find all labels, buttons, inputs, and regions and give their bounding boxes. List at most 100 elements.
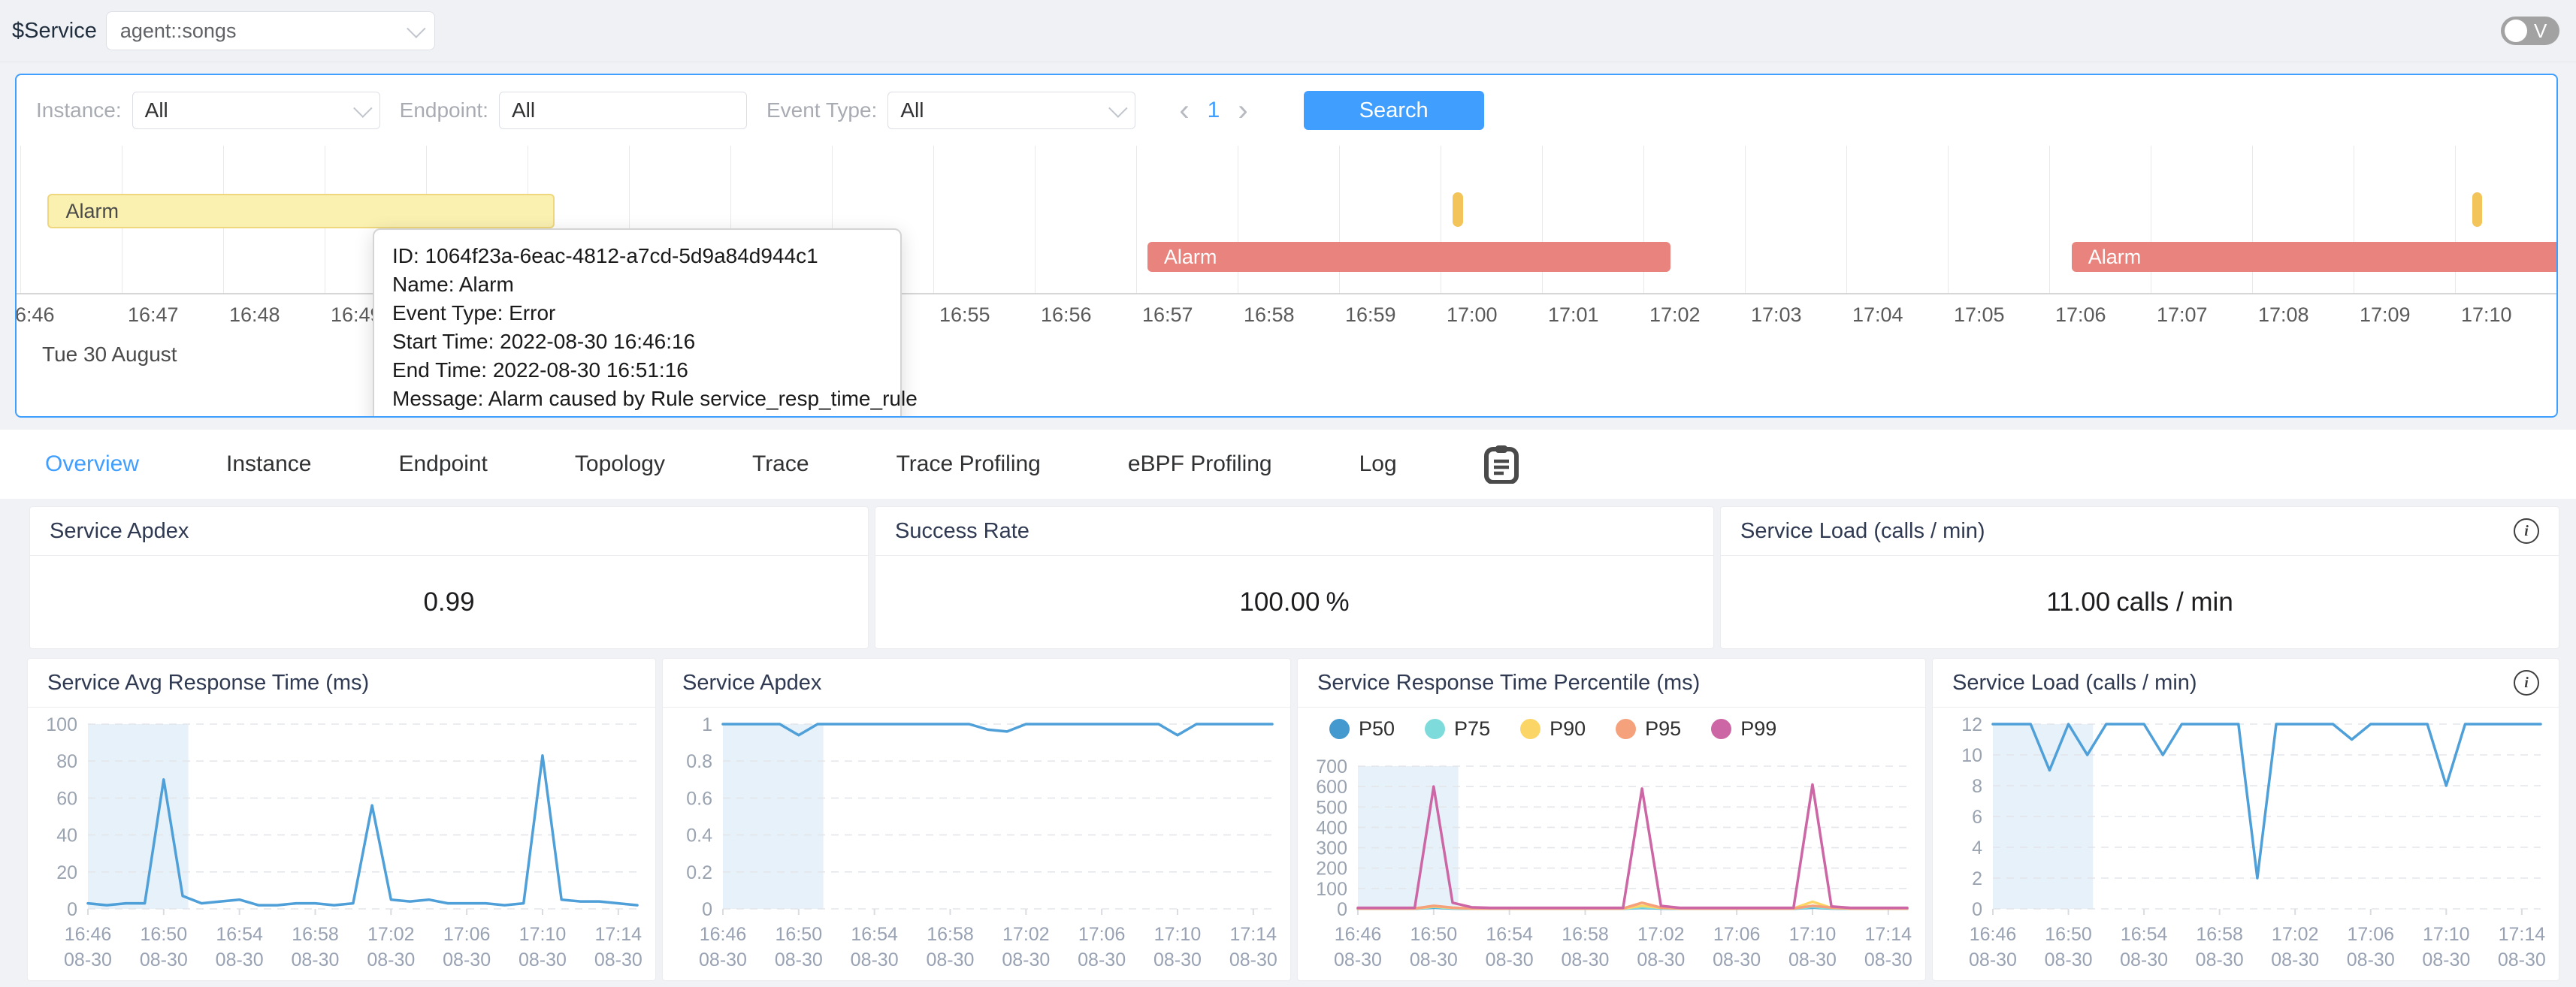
timeline-minute-label: 16:47 <box>128 303 179 327</box>
legend-item-p50[interactable]: P50 <box>1329 717 1395 741</box>
legend-label: P90 <box>1550 717 1586 741</box>
event-bar-alarm[interactable]: Alarm <box>1147 242 1671 272</box>
tooltip-line: Event Type: Error <box>392 299 882 327</box>
tab-ebpf-profiling[interactable]: eBPF Profiling <box>1128 451 1272 477</box>
y-axis-label: 0.2 <box>686 862 712 883</box>
legend-dot-icon <box>1520 719 1540 739</box>
x-axis-label: 16:46 <box>700 924 747 945</box>
tooltip-line: ID: 1064f23a-6eac-4812-a7cd-5d9a84d944c1 <box>392 242 882 270</box>
x-axis-label: 17:06 <box>2347 924 2394 945</box>
x-axis-sublabel: 08-30 <box>1334 949 1382 970</box>
legend-dot-icon <box>1425 719 1445 739</box>
x-axis-label: 17:10 <box>1154 924 1202 945</box>
tab-topology[interactable]: Topology <box>575 451 665 477</box>
search-button[interactable]: Search <box>1304 91 1484 130</box>
tooltip-line: Service: agent::songs <box>392 413 882 418</box>
timeline-gridline <box>1035 146 1036 293</box>
highlight-region <box>88 724 189 909</box>
info-icon[interactable]: i <box>2514 670 2539 696</box>
x-axis-sublabel: 08-30 <box>2347 949 2395 970</box>
y-axis-label: 0.8 <box>686 751 712 772</box>
timeline-minute-label: 16:48 <box>229 303 280 327</box>
x-axis-sublabel: 08-30 <box>1562 949 1610 970</box>
timeline-minute-label: 16:58 <box>1244 303 1295 327</box>
tab-instance[interactable]: Instance <box>226 451 311 477</box>
tab-log[interactable]: Log <box>1359 451 1397 477</box>
y-axis-label: 80 <box>56 751 77 772</box>
y-axis-label: 20 <box>56 862 77 883</box>
instance-select[interactable]: All <box>132 92 380 129</box>
service-load-chart-card: Service Load (calls / min) i 02468101216… <box>1932 658 2559 981</box>
x-axis-sublabel: 08-30 <box>2498 949 2546 970</box>
next-page-icon[interactable]: › <box>1227 95 1258 125</box>
info-icon[interactable]: i <box>2514 518 2539 544</box>
endpoint-input[interactable]: All <box>499 92 747 129</box>
chevron-down-icon <box>353 98 372 117</box>
service-label: $Service <box>12 19 97 44</box>
service-apdex-chart-card: Service Apdex i 00.20.40.60.8116:4608-30… <box>662 658 1291 981</box>
event-bar-alarm[interactable]: Alarm <box>47 194 555 228</box>
x-axis-sublabel: 08-30 <box>775 949 823 970</box>
chart-body: P50P75P90P95P99010020030040050060070016:… <box>1298 708 1925 985</box>
success-rate-value: 100.00 <box>1239 587 1320 617</box>
legend-item-p99[interactable]: P99 <box>1711 717 1776 741</box>
chart-body: 02040608010016:4608-3016:5008-3016:5408-… <box>28 708 655 985</box>
x-axis-label: 17:06 <box>1713 924 1761 945</box>
legend-label: P75 <box>1454 717 1490 741</box>
x-axis-label: 17:10 <box>519 924 567 945</box>
timeline-minute-label: 16:59 <box>1345 303 1396 327</box>
page-number: 1 <box>1200 98 1228 123</box>
service-dropdown-value: agent::songs <box>120 20 237 43</box>
event-tick[interactable] <box>1453 192 1463 227</box>
y-axis-label: 0 <box>67 899 77 920</box>
tab-overview[interactable]: Overview <box>45 451 139 477</box>
timeline-gridline <box>2049 146 2050 293</box>
success-rate-unit: % <box>1326 587 1349 617</box>
prev-page-icon[interactable]: ‹ <box>1169 95 1199 125</box>
chevron-down-icon <box>1108 98 1127 117</box>
x-axis-label: 16:58 <box>1562 924 1609 945</box>
x-axis-label: 16:50 <box>2045 924 2092 945</box>
x-axis-sublabel: 08-30 <box>292 949 340 970</box>
timeline-gridline <box>1136 146 1137 293</box>
x-axis-sublabel: 08-30 <box>140 949 188 970</box>
x-axis-label: 16:58 <box>927 924 974 945</box>
x-axis-sublabel: 08-30 <box>1410 949 1458 970</box>
x-axis-label: 16:58 <box>2196 924 2243 945</box>
event-bar-alarm[interactable]: Alarm <box>2072 242 2556 272</box>
y-axis-label: 10 <box>1961 745 1982 766</box>
x-axis-label: 17:14 <box>1865 924 1912 945</box>
timeline-minute-label: 17:03 <box>1751 303 1802 327</box>
success-rate-card: Success Rate 100.00 % <box>875 506 1714 649</box>
chart-plot: 00.20.40.60.8116:4608-3016:5008-3016:540… <box>663 708 1290 981</box>
clipboard-icon[interactable] <box>1484 445 1519 484</box>
x-axis-sublabel: 08-30 <box>851 949 899 970</box>
legend-item-p95[interactable]: P95 <box>1616 717 1681 741</box>
x-axis-label: 17:06 <box>443 924 491 945</box>
service-dropdown[interactable]: agent::songs <box>106 11 435 50</box>
legend-dot-icon <box>1711 719 1731 739</box>
event-tick[interactable] <box>2472 192 2483 227</box>
tab-endpoint[interactable]: Endpoint <box>398 451 487 477</box>
x-axis-label: 16:50 <box>776 924 823 945</box>
card-title: Success Rate <box>895 519 1694 544</box>
event-type-select[interactable]: All <box>887 92 1135 129</box>
timeline-gridline <box>20 146 21 293</box>
x-axis-sublabel: 08-30 <box>1713 949 1761 970</box>
y-axis-label: 700 <box>1316 756 1347 777</box>
timeline-minute-label: 17:08 <box>2258 303 2309 327</box>
tab-trace[interactable]: Trace <box>752 451 809 477</box>
x-axis-label: 16:46 <box>1335 924 1382 945</box>
version-toggle[interactable]: V <box>2501 17 2559 45</box>
endpoint-filter-label: Endpoint: <box>400 98 488 122</box>
y-axis-label: 0.6 <box>686 788 712 809</box>
x-axis-label: 16:46 <box>65 924 112 945</box>
timeline-minute-label: 17:09 <box>2360 303 2411 327</box>
tab-trace-profiling[interactable]: Trace Profiling <box>896 451 1041 477</box>
x-axis-label: 16:50 <box>1410 924 1458 945</box>
chart-legend: P50 P75 P90 P95 P99 <box>1298 708 1925 750</box>
x-axis-sublabel: 08-30 <box>927 949 975 970</box>
legend-item-p90[interactable]: P90 <box>1520 717 1586 741</box>
service-load-unit: calls / min <box>2116 587 2233 617</box>
legend-item-p75[interactable]: P75 <box>1425 717 1490 741</box>
